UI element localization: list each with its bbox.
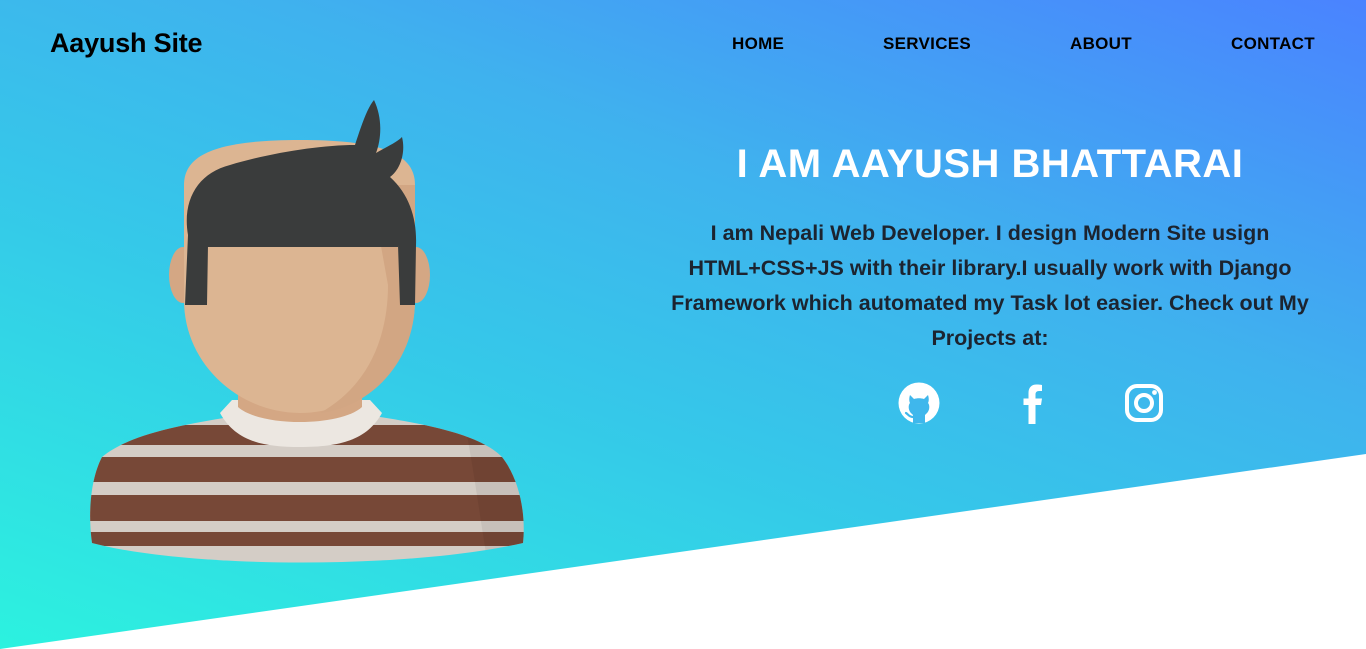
nav-contact[interactable]: CONTACT [1231,34,1315,54]
github-icon [898,382,940,424]
hero-title: I AM AAYUSH BHATTARAI [736,142,1244,186]
github-link[interactable] [896,380,942,426]
nav-services[interactable]: SERVICES [883,34,971,54]
main-nav: HOME SERVICES ABOUT CONTACT [0,34,1366,54]
facebook-icon [1023,384,1042,424]
avatar-svg [90,100,524,563]
nav-home[interactable]: HOME [732,34,784,54]
instagram-link[interactable] [1121,380,1167,426]
avatar-illustration [70,95,530,575]
hero-bio: I am Nepali Web Developer. I design Mode… [671,221,1309,350]
social-links [0,380,1366,430]
nav-about[interactable]: ABOUT [1070,34,1132,54]
facebook-link[interactable] [1010,380,1056,426]
instagram-icon [1125,384,1163,422]
